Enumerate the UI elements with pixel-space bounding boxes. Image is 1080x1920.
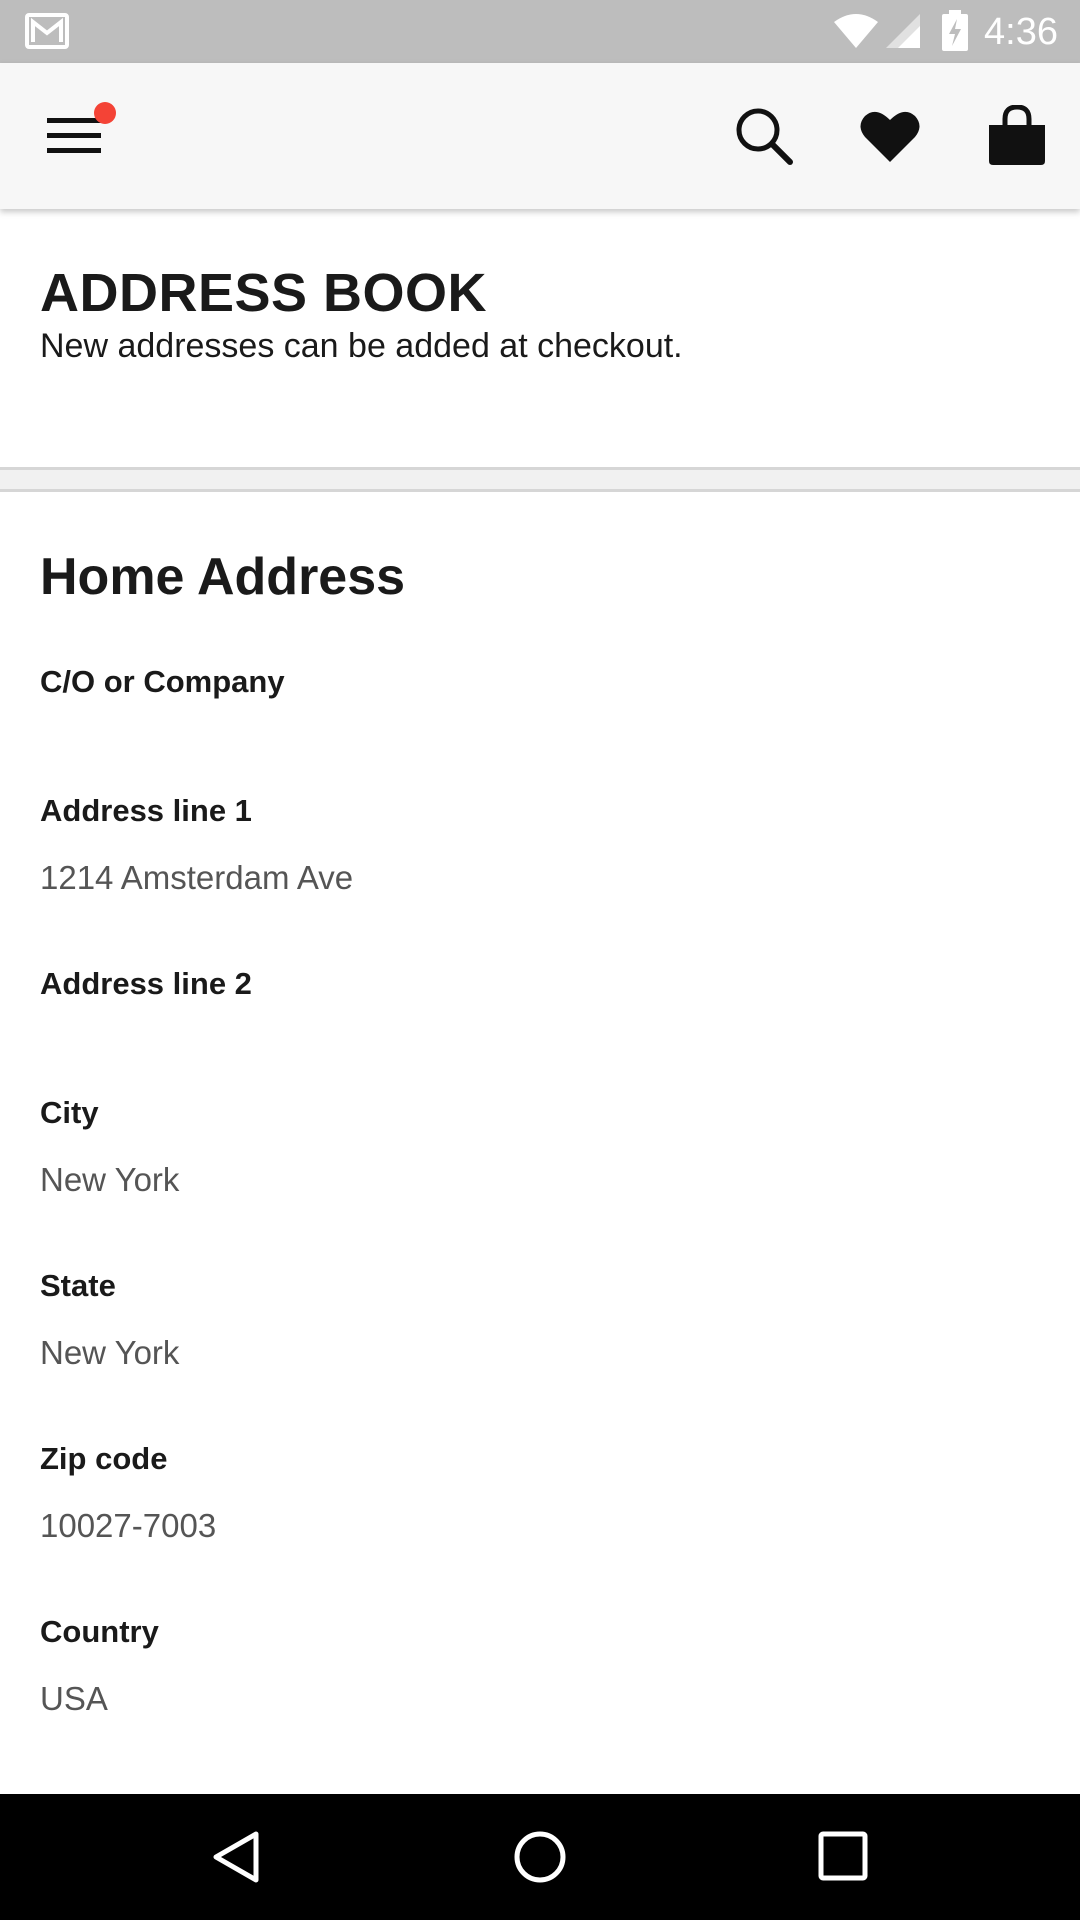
section-title-home-address: Home Address	[40, 548, 406, 606]
notification-dot	[94, 102, 116, 124]
field-value-address-line-1: 1214 Amsterdam Ave	[40, 859, 354, 896]
field-label-country: Country	[40, 1614, 159, 1649]
field-label-zip-code: Zip code	[40, 1441, 168, 1476]
navigation-bar	[0, 1794, 1080, 1920]
signal-icon	[886, 14, 920, 48]
page-subtitle: New addresses can be added at checkout.	[40, 327, 683, 365]
field-value-state: New York	[40, 1334, 180, 1371]
recent-apps-icon[interactable]	[817, 1830, 869, 1882]
back-icon[interactable]	[210, 1829, 266, 1885]
heart-icon[interactable]	[860, 108, 920, 164]
app-bar	[0, 63, 1080, 209]
field-label-address-line-2: Address line 2	[40, 966, 252, 1001]
field-value-city: New York	[40, 1161, 180, 1198]
search-icon[interactable]	[734, 106, 794, 166]
status-bar: 4:36	[0, 0, 1080, 63]
battery-charging-icon	[942, 10, 968, 51]
clock: 4:36	[984, 11, 1058, 53]
field-label-city: City	[40, 1095, 99, 1130]
field-value-country: USA	[40, 1680, 108, 1717]
field-value-zip-code: 10027-7003	[40, 1507, 217, 1544]
home-icon[interactable]	[512, 1829, 568, 1885]
field-label-company: C/O or Company	[40, 664, 285, 699]
menu-icon[interactable]	[47, 116, 101, 156]
gmail-icon	[25, 13, 69, 49]
shopping-bag-icon[interactable]	[986, 105, 1048, 167]
field-label-state: State	[40, 1268, 116, 1303]
wifi-icon	[834, 14, 878, 48]
page-title: ADDRESS BOOK	[40, 263, 488, 323]
section-divider	[0, 467, 1080, 492]
field-label-address-line-1: Address line 1	[40, 793, 252, 828]
